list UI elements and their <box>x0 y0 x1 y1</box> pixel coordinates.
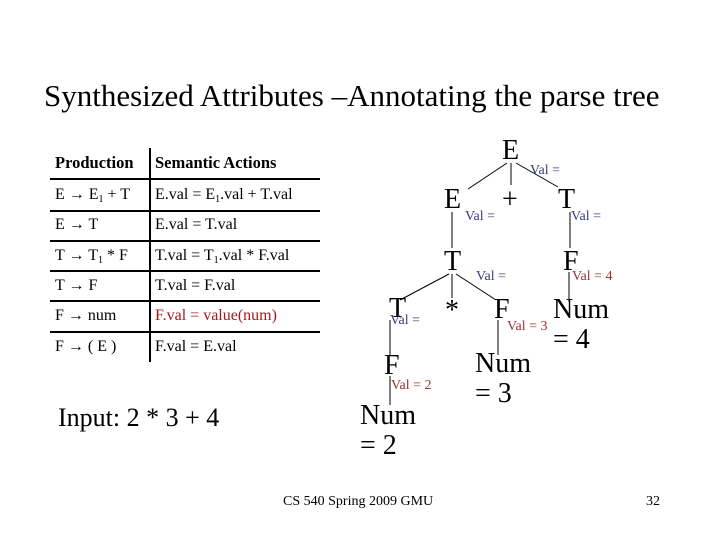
tree-node-num-4: Num <box>553 294 609 325</box>
annotation-F-right: Val = 4 <box>572 269 613 284</box>
tree-node-num-3-value: = 3 <box>475 378 512 409</box>
tree-node-E: E <box>444 184 462 215</box>
tree-node-num-3: Num <box>475 348 531 379</box>
tree-node-F-leaf: F <box>384 350 400 381</box>
tree-node-star: * <box>445 295 459 326</box>
slide-footer: CS 540 Spring 2009 GMU <box>283 494 434 509</box>
annotation-E: Val = <box>465 209 496 224</box>
annotation-T-mid: Val = <box>476 269 507 284</box>
tree-node-num-2: Num <box>360 400 416 431</box>
tree-node-plus: + <box>502 184 518 215</box>
edge-midT-leafT <box>399 273 450 301</box>
annotation-F-leaf: Val = 2 <box>391 378 432 393</box>
tree-node-root-E: E <box>502 135 520 166</box>
annotation-F-mid: Val = 3 <box>507 319 548 334</box>
tree-node-num-2-value: = 2 <box>360 430 397 461</box>
annotation-T-leaf: Val = <box>390 313 421 328</box>
annotation-root-E: Val = <box>530 163 561 178</box>
tree-node-num-4-value: = 4 <box>553 324 590 355</box>
page-number: 32 <box>646 494 660 509</box>
tree-node-T-mid: T <box>444 246 462 277</box>
annotation-T-right: Val = <box>571 209 602 224</box>
